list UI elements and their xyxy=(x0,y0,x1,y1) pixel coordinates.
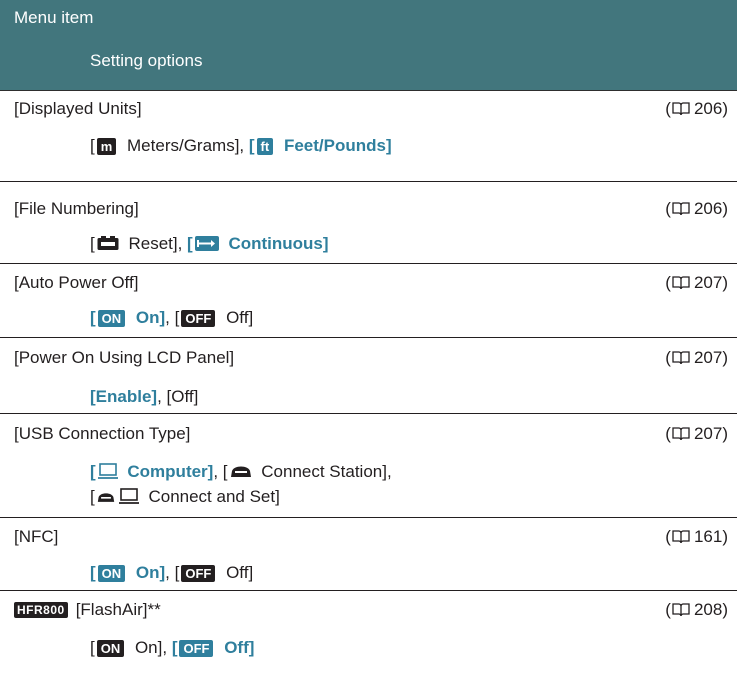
feet-icon: ft xyxy=(256,138,274,155)
setting-name: [Power On Using LCD Panel] xyxy=(14,348,235,367)
setting-options: [ON On], [OFF Off] xyxy=(90,638,254,658)
book-icon xyxy=(672,603,690,617)
book-icon xyxy=(672,351,690,365)
page-reference: (206) xyxy=(665,99,728,118)
page-reference: (207) xyxy=(665,424,728,443)
setting-options-line2: [ Connect and Set] xyxy=(90,487,280,507)
setting-options: [Enable], [Off] xyxy=(90,387,199,406)
option-off: [Off] xyxy=(166,387,199,406)
option-reset: [ Reset], xyxy=(90,234,188,253)
page-reference: (207) xyxy=(665,348,728,367)
setting-name: [Displayed Units] xyxy=(14,99,142,118)
option-enable: [Enable] xyxy=(90,387,158,406)
setting-name: [NFC] xyxy=(14,527,59,546)
computer-icon xyxy=(118,488,139,504)
row-displayed-units: [Displayed Units] (206) [m Meters/Grams]… xyxy=(0,91,737,182)
row-auto-power-off: [Auto Power Off] (207) [ON On], [OFF Off… xyxy=(0,264,737,338)
page-reference: (161) xyxy=(665,527,728,546)
off-icon: OFF xyxy=(179,640,214,657)
film-reset-icon xyxy=(97,236,119,250)
option-off: [OFF Off] xyxy=(174,308,254,327)
off-icon: OFF xyxy=(181,565,216,582)
option-on: [ON On] xyxy=(90,308,166,327)
option-meters: [m Meters/Grams], xyxy=(90,136,249,155)
option-off: [OFF Off] xyxy=(174,563,254,582)
header-menu-item: Menu item xyxy=(14,8,94,27)
on-icon: ON xyxy=(96,640,125,657)
option-connect-station: [ Connect Station], xyxy=(222,462,392,481)
row-usb-connection: [USB Connection Type] (207) [ Computer],… xyxy=(0,414,737,518)
option-continuous: [ Continuous] xyxy=(187,234,329,253)
meters-icon: m xyxy=(96,138,117,155)
continuous-arrow-icon xyxy=(194,236,219,251)
option-off: [OFF Off] xyxy=(171,638,255,657)
row-file-numbering: [File Numbering] (206) [ Reset], [ Conti… xyxy=(0,182,737,264)
page-reference: (206) xyxy=(665,199,728,218)
page-reference: (208) xyxy=(665,600,728,619)
option-on: [ON On] xyxy=(90,563,166,582)
book-icon xyxy=(672,276,690,290)
setting-options: [m Meters/Grams], [ft Feet/Pounds] xyxy=(90,136,392,156)
off-icon: OFF xyxy=(181,310,216,327)
connect-station-icon xyxy=(230,466,251,477)
option-computer: [ Computer] xyxy=(90,462,214,481)
setting-options: [ Reset], [ Continuous] xyxy=(90,234,329,254)
page-reference: (207) xyxy=(665,273,728,292)
book-icon xyxy=(672,530,690,544)
model-badge: HFR800 xyxy=(14,602,68,618)
setting-name: [Auto Power Off] xyxy=(14,273,139,292)
setting-options: [ON On], [OFF Off] xyxy=(90,308,254,327)
row-power-on-lcd: [Power On Using LCD Panel] (207) [Enable… xyxy=(0,338,737,414)
row-nfc: [NFC] (161) [ON On], [OFF Off] xyxy=(0,518,737,591)
option-feet: [ft Feet/Pounds] xyxy=(248,136,392,155)
setting-options: [ON On], [OFF Off] xyxy=(90,563,254,582)
header-setting-options: Setting options xyxy=(90,51,203,70)
on-icon: ON xyxy=(97,565,126,582)
option-on: [ON On], xyxy=(90,638,172,657)
row-flashair: HFR800 [FlashAir]** (208) [ON On], [OFF O… xyxy=(0,591,737,677)
setting-name: HFR800 [FlashAir]** xyxy=(14,600,161,620)
book-icon xyxy=(672,427,690,441)
computer-icon xyxy=(97,463,118,479)
on-icon: ON xyxy=(97,310,126,327)
book-icon xyxy=(672,102,690,116)
setting-options-line1: [ Computer], [ Connect Station], xyxy=(90,462,392,481)
setting-name: [File Numbering] xyxy=(14,199,139,218)
option-connect-and-set: [ Connect and Set] xyxy=(90,487,280,506)
book-icon xyxy=(672,202,690,216)
table-header: Menu item Setting options xyxy=(0,0,737,91)
connect-station-icon xyxy=(97,493,114,502)
setting-name: [USB Connection Type] xyxy=(14,424,191,443)
